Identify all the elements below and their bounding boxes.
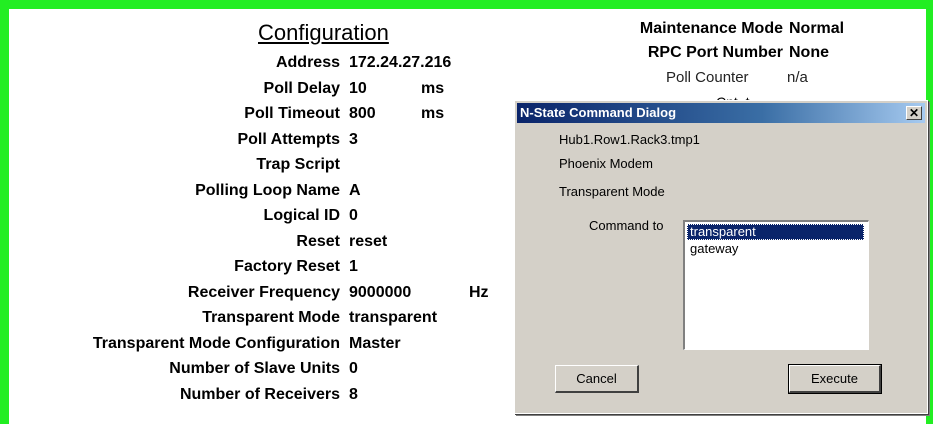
config-row-label: Poll Delay [263, 79, 340, 97]
config-row-label: Number of Receivers [179, 385, 340, 403]
dialog-titlebar[interactable]: N-State Command Dialog ✕ [517, 103, 925, 123]
maintenance-mode-label: Maintenance Mode [639, 20, 783, 37]
command-to-label: Command to [589, 218, 664, 233]
config-row-value: transparent [349, 309, 438, 326]
config-row-value: 800 [349, 105, 376, 122]
device-path: Hub1.Row1.Rack3.tmp1 [559, 132, 700, 147]
configuration-title: Configuration [258, 20, 389, 45]
execute-button[interactable]: Execute [788, 364, 882, 394]
config-row-value: 172.24.27.216 [349, 54, 452, 71]
rpc-port-row: RPC Port Number [560, 44, 783, 66]
config-row-label: Logical ID [263, 207, 340, 224]
config-row-label: Transparent Mode Configuration [92, 334, 340, 352]
config-row-value: A [349, 181, 361, 199]
config-row-value: 9000000 [349, 283, 412, 301]
config-row-value: 10 [349, 79, 367, 97]
dialog-title: N-State Command Dialog [520, 105, 677, 120]
mode-label: Transparent Mode [559, 184, 665, 199]
maintenance-mode-row: Maintenance Mode [560, 20, 783, 42]
config-row-label: Reset [296, 232, 340, 250]
rpc-port-label: RPC Port Number [647, 44, 783, 61]
config-row-label: Polling Loop Name [195, 181, 340, 199]
poll-counter-value: n/a [787, 69, 808, 86]
command-listbox[interactable]: transparent gateway [683, 220, 869, 350]
config-row-label: Trap Script [256, 156, 340, 173]
config-row-value: Master [349, 334, 401, 352]
cancel-button[interactable]: Cancel [555, 365, 639, 393]
config-row-value: 1 [349, 258, 358, 275]
config-row-value: 0 [349, 207, 358, 224]
config-row-unit: ms [421, 105, 445, 122]
config-row-label: Factory Reset [234, 258, 340, 275]
n-state-command-dialog: N-State Command Dialog ✕ Hub1.Row1.Rack3… [514, 100, 928, 414]
config-row-value: 0 [349, 360, 358, 377]
poll-counter-label: Poll Counter [666, 69, 749, 86]
config-row-label: Address [275, 54, 340, 71]
list-item-transparent[interactable]: transparent [687, 224, 864, 240]
config-row-label: Transparent Mode [202, 309, 340, 326]
rpc-port-value: None [789, 44, 829, 61]
config-row-value: reset [349, 232, 388, 250]
config-row-label: Poll Timeout [244, 105, 340, 122]
config-row-unit: Hz [469, 283, 489, 301]
config-row-value: 8 [349, 385, 358, 403]
config-row-label: Poll Attempts [237, 130, 340, 148]
config-row-label: Number of Slave Units [169, 360, 340, 377]
config-row-value: 3 [349, 130, 358, 148]
close-icon[interactable]: ✕ [906, 106, 922, 120]
maintenance-mode-value: Normal [789, 20, 845, 37]
config-row-unit: ms [421, 79, 445, 97]
list-item-gateway[interactable]: gateway [687, 241, 738, 257]
config-row-label: Receiver Frequency [187, 283, 340, 301]
device-type: Phoenix Modem [559, 156, 653, 171]
